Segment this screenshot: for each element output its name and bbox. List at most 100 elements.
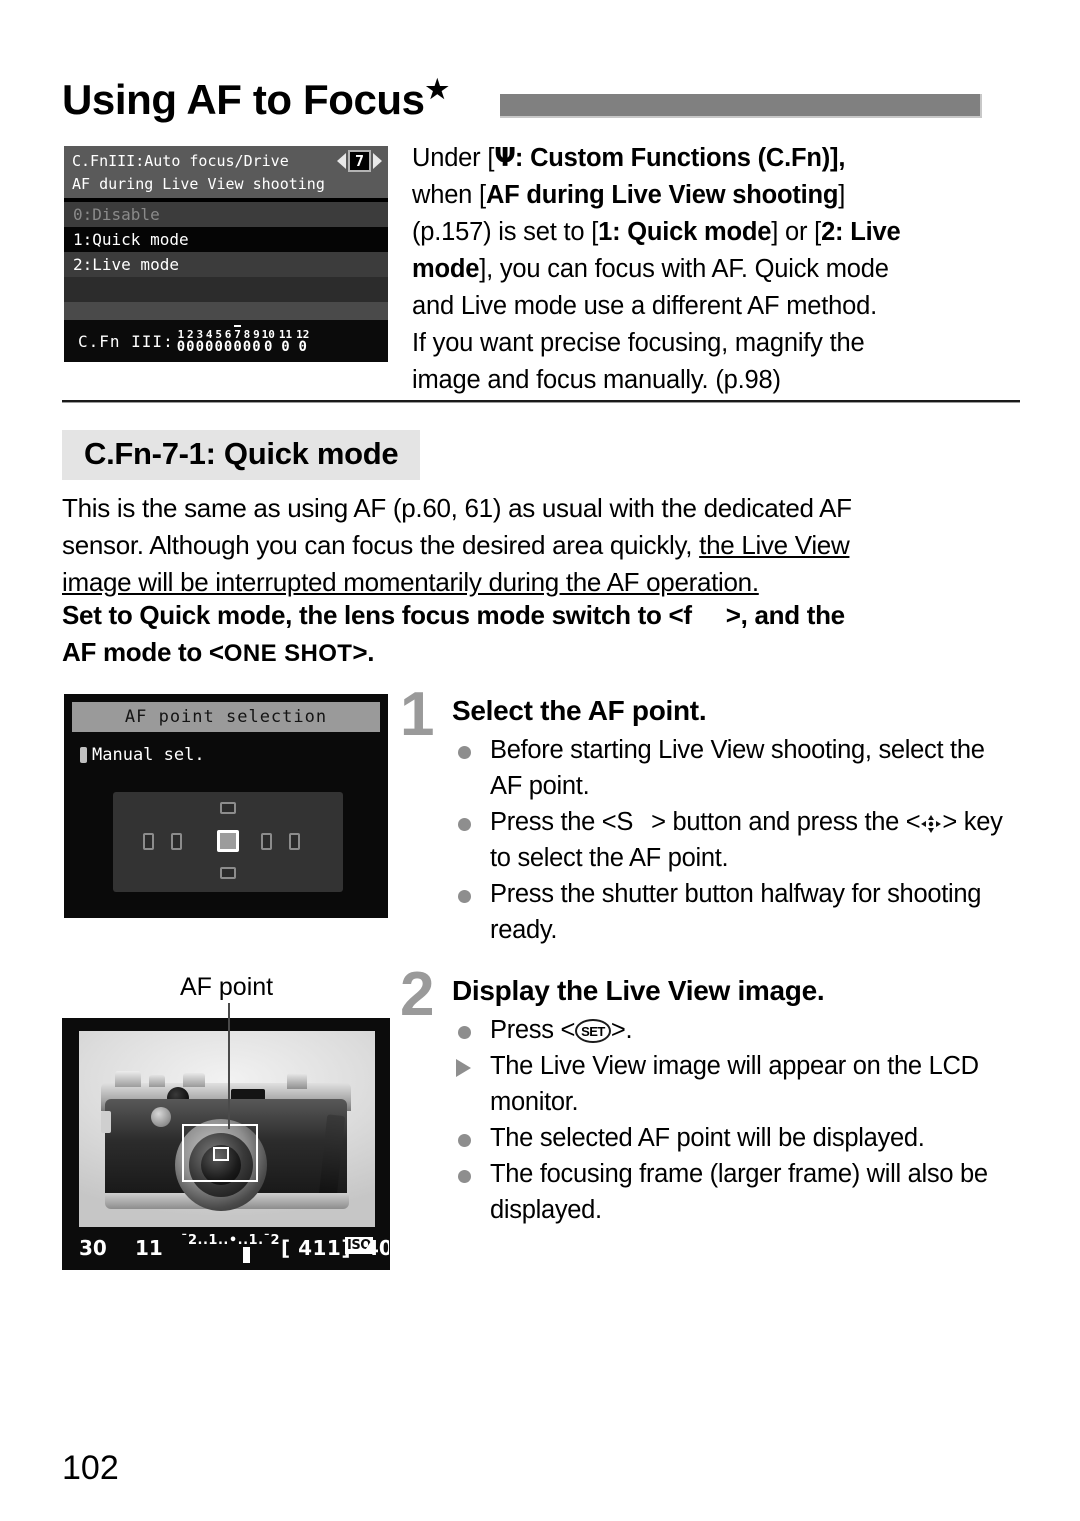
step-1-item-1: Before starting Live View shooting, sele… — [452, 732, 1020, 804]
cfn-indicator-index: 2 — [187, 327, 194, 341]
cfn-setting-indicators: 1 0 2 0 3 0 4 0 5 0 6 0 7 0 8 0 9 0 10 0 11 0 12 0 — [177, 324, 314, 355]
intro-l6: If you want precise focusing, magnify th… — [412, 329, 865, 357]
cfn-indicator-5: 50 — [214, 329, 222, 354]
cfn-indicator-value: 0 — [223, 338, 233, 355]
bold-line-1a: Set to Quick mode, the lens focus mode s… — [62, 600, 692, 630]
cfn-option-quick-mode[interactable]: 1:Quick mode — [64, 227, 388, 252]
page-title: Using AF to Focus★ — [62, 66, 449, 123]
step-2-item-2: The Live View image will appear on the L… — [452, 1048, 1020, 1120]
af-point-far-right[interactable] — [289, 833, 300, 850]
af-point-bottom[interactable] — [220, 867, 236, 879]
cfn-indicator-index: 6 — [224, 327, 232, 341]
bold-line-1b: >, and the — [725, 600, 845, 630]
star-icon: ★ — [425, 74, 449, 104]
camera-rewind-knob — [115, 1071, 141, 1087]
step-1-title: Select the AF point. — [452, 695, 707, 726]
chevron-right-icon[interactable] — [373, 153, 382, 169]
live-view-photo — [79, 1031, 375, 1227]
cfn-indicator-value: 0 — [214, 338, 223, 355]
af-point-center-selected[interactable] — [217, 830, 239, 852]
step-2-number: 2 — [400, 960, 435, 1029]
cfn-indicator-10: 10 0 — [262, 329, 275, 354]
cfn-indicator-3: 30 — [196, 329, 204, 354]
set-button-icon: SET — [575, 1019, 611, 1043]
cfn-option-live-mode[interactable]: 2:Live mode — [64, 252, 388, 277]
mode-marker-icon — [80, 747, 87, 763]
intro-l5: and Live mode use a different AF method. — [412, 292, 877, 320]
cfn-indicator-4: 40 — [205, 329, 213, 354]
cfn-blank-row-1 — [64, 277, 388, 302]
af-point-far-left[interactable] — [143, 833, 154, 850]
camera-advance-knob — [287, 1073, 307, 1089]
cfn-indicator-index: 11 — [278, 327, 293, 341]
cfn-page-indicator: 7 — [336, 150, 382, 172]
step-1-number: 1 — [400, 680, 435, 749]
live-view-screenshot: 30 11 ¯2..1..•..1.¯2 [ 411] ISO 400 — [62, 1018, 390, 1270]
step-2-list: Press < SET >. The Live View image will ap… — [452, 1012, 1020, 1228]
af-selection-mode-row: Manual sel. — [80, 744, 388, 766]
body-underline-2: image will be interrupted momentarily du… — [62, 567, 759, 597]
cfn-indicator-index: 12 — [296, 327, 310, 341]
cfn-indicator-6: 60 — [224, 329, 232, 354]
af-point-field — [113, 792, 343, 892]
intro-l7: image and focus manually. (p.98) — [412, 366, 781, 394]
intro-l3-a: (p.157) is set to [ — [412, 218, 599, 246]
cfn-option-disable[interactable]: 0:Disable — [64, 202, 388, 227]
cfn-indicator-value: 0 — [242, 338, 252, 355]
cfn-status-footer: C.Fn III: 1 0 2 0 3 0 4 0 5 0 6 0 7 0 8 0 9 0 10 0 11 0 12 0 — [64, 320, 388, 362]
step-2-item-1-a: Press < — [490, 1016, 576, 1044]
af-point-marker — [213, 1147, 229, 1161]
af-selection-mode-label: Manual sel. — [92, 745, 205, 765]
step-1-item-2-a: Press the <S — [490, 808, 634, 836]
intro-l1-b: : Custom Functions (C.Fn)], — [514, 144, 846, 172]
af-point-right[interactable] — [261, 833, 272, 850]
cfn-menu-screenshot: C.FnIII:Auto focus/Drive AF during Live … — [62, 144, 390, 364]
cfn-indicator-value: 0 — [205, 338, 214, 355]
af-point-callout-line — [228, 1003, 230, 1129]
chevron-left-icon[interactable] — [336, 153, 346, 169]
cfn-menu-header: C.FnIII:Auto focus/Drive AF during Live … — [64, 146, 388, 198]
bold-line-2c: >. — [352, 637, 375, 667]
af-point-left[interactable] — [171, 833, 182, 850]
cfn-indicator-index: 10 — [261, 327, 275, 341]
cfn-indicator-11: 11 0 — [279, 329, 292, 354]
step-1-item-2: Press the <S > button and press the < > ke… — [452, 804, 1020, 876]
cfn-menu-subtitle: AF during Live View shooting — [72, 175, 325, 193]
camera-shutter-dial — [183, 1073, 205, 1087]
body-line-2: sensor. Although you can focus the desir… — [62, 530, 700, 560]
intro-l3-c: ] or [ — [771, 218, 822, 246]
bold-line-2a: AF mode to < — [62, 637, 224, 667]
exposure-level-indicator-icon — [243, 1247, 250, 1263]
section-heading: C.Fn-7-1: Quick mode — [62, 430, 421, 480]
cfn-indicator-value: 0 — [264, 338, 273, 355]
cfn-indicator-index: 1 — [177, 327, 185, 341]
multi-controller-icon — [920, 814, 942, 834]
cfn-indicator-value: 0 — [195, 338, 205, 355]
af-point-callout-label: AF point — [180, 973, 274, 1001]
one-shot-glyph: ONE SHOT — [223, 640, 353, 667]
camera-front-dial — [151, 1107, 171, 1127]
cfn-indicator-7: 70 — [233, 324, 242, 354]
step-1-list: Before starting Live View shooting, sele… — [452, 732, 1020, 948]
step-2-item-1: Press < SET >. — [452, 1012, 1020, 1048]
af-point-selection-screenshot: AF point selection Manual sel. — [62, 692, 390, 920]
intro-l4-b: ], you can focus with AF. Quick mode — [479, 255, 889, 283]
body-underline-1: the Live View — [699, 530, 850, 560]
cfn-indicator-2: 20 — [186, 329, 194, 354]
cfn-indicator-9: 90 — [252, 329, 260, 354]
aperture-value: 11 — [135, 1236, 163, 1260]
cfn-indicator-value: 0 — [176, 338, 186, 355]
cfn-indicator-1: 10 — [177, 329, 185, 354]
body-line-1: This is the same as using AF (p.60, 61) … — [62, 493, 852, 523]
settings-wrench-icon: Ψ — [494, 143, 516, 173]
cfn-indicator-value: 0 — [298, 338, 307, 355]
exposure-level-scale: ¯2..1..•..1.¯2 — [181, 1233, 281, 1248]
step-2-item-1-c: >. — [610, 1016, 633, 1044]
cfn-indicator-index: 3 — [196, 327, 204, 341]
intro-paragraph: Under [Ψ: Custom Functions (C.Fn)], when… — [412, 140, 1012, 399]
cfn-indicator-index: 8 — [243, 327, 251, 341]
af-point-top[interactable] — [220, 802, 236, 814]
shutter-speed-value: 30 — [79, 1236, 107, 1260]
cfn-menu-label: C.FnIII:Auto focus/Drive — [72, 152, 289, 170]
section-body-text: This is the same as using AF (p.60, 61) … — [62, 490, 1024, 601]
